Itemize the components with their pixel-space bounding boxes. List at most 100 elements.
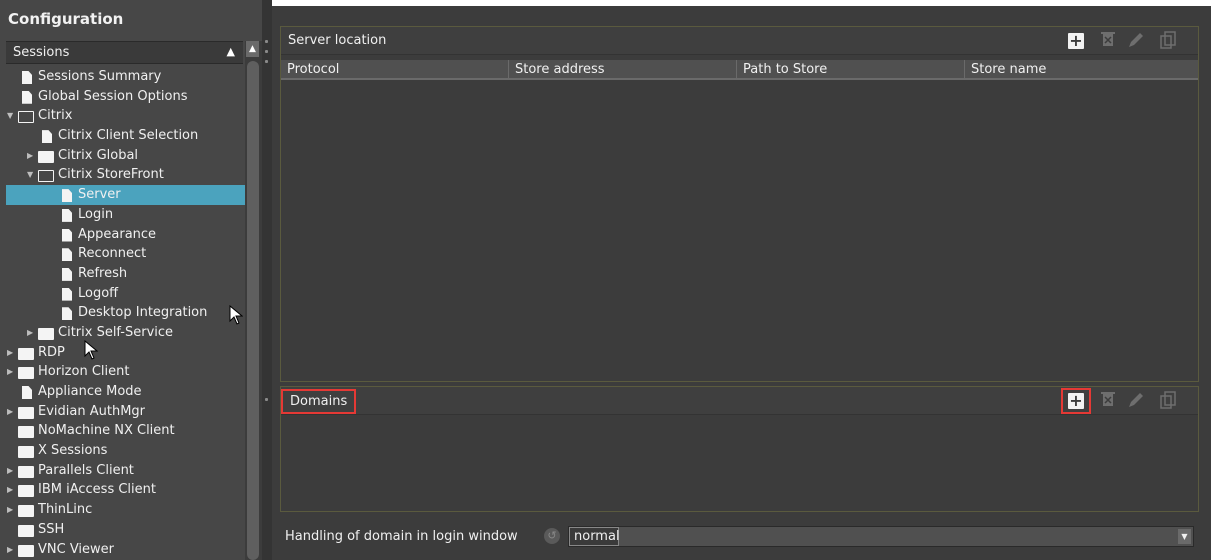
delete-icon[interactable] [1098, 391, 1118, 411]
tree-item-label: Global Session Options [38, 88, 188, 104]
tree-item[interactable]: Server [6, 185, 245, 205]
chevron-down-icon[interactable]: ▼ [1178, 529, 1191, 544]
edit-icon[interactable] [1126, 391, 1146, 411]
expand-down-icon[interactable]: ▼ [7, 106, 13, 126]
file-icon [62, 267, 72, 281]
reset-icon[interactable]: ↺ [544, 528, 560, 544]
tree-item[interactable]: ▶ IBM iAccess Client [6, 480, 245, 500]
tree-item[interactable]: Appearance [6, 225, 245, 245]
file-icon [42, 130, 52, 144]
tree-item[interactable]: ▶ Evidian AuthMgr [6, 402, 245, 422]
file-icon [22, 90, 32, 104]
edit-icon[interactable] [1126, 31, 1146, 51]
add-icon[interactable]: + [1068, 33, 1084, 49]
tree-item-label: ThinLinc [38, 502, 93, 518]
server-location-toolbar: + [1064, 31, 1184, 51]
sidebar: Configuration Sessions ▲ Sessions Summar… [0, 0, 262, 560]
tree-item-label: Parallels Client [38, 462, 134, 478]
tree-item[interactable]: Sessions Summary [6, 67, 245, 87]
folder-icon [18, 505, 34, 518]
tree-item-label: Login [78, 206, 114, 222]
domains-header: Domains + [281, 387, 1198, 415]
expand-right-icon[interactable]: ▶ [7, 402, 13, 422]
tree-item-label: Horizon Client [38, 364, 130, 380]
triangle-up-icon[interactable]: ▲ [227, 45, 235, 58]
sidebar-scrollbar[interactable]: ▲ [245, 41, 262, 560]
tree-item-label: Desktop Integration [78, 305, 208, 321]
domain-handling-label: Handling of domain in login window [285, 529, 518, 544]
expand-right-icon[interactable]: ▶ [7, 500, 13, 520]
settings-tree: Sessions Summary Global Session Options ▼ C… [6, 67, 245, 559]
tree-item[interactable]: ▼ Citrix [6, 106, 245, 126]
file-icon [22, 386, 32, 399]
column-header-path-to-store[interactable]: Path to Store [737, 60, 965, 80]
column-header-store-address[interactable]: Store address [509, 60, 737, 80]
tree-item-label: Citrix StoreFront [58, 167, 164, 183]
column-header-protocol[interactable]: Protocol [281, 60, 509, 80]
folder-icon [18, 426, 34, 439]
delete-icon[interactable] [1098, 31, 1118, 51]
expand-right-icon[interactable]: ▶ [27, 146, 33, 166]
expand-right-icon[interactable]: ▶ [7, 540, 13, 560]
tree-item[interactable]: Desktop Integration [6, 303, 245, 323]
copy-icon[interactable] [1158, 31, 1178, 51]
folder-icon [18, 446, 34, 459]
tree-item[interactable]: NoMachine NX Client [6, 421, 245, 441]
tree-item-label: RDP [38, 344, 65, 360]
domain-handling-select[interactable]: normal ▼ [568, 526, 1194, 547]
tree-item-label: Server [78, 187, 121, 203]
expand-right-icon[interactable]: ▶ [7, 343, 13, 363]
server-table-body[interactable] [281, 82, 1198, 381]
scroll-up-icon[interactable]: ▲ [246, 41, 259, 57]
tree-item-label: Citrix Self-Service [58, 324, 174, 340]
tree-item[interactable]: ▶ Citrix Global [6, 146, 245, 166]
expand-down-icon[interactable]: ▼ [27, 165, 33, 185]
tree-item[interactable]: ▶ VNC Viewer [6, 540, 245, 560]
file-icon [62, 307, 72, 321]
expand-right-icon[interactable]: ▶ [7, 461, 13, 481]
column-header-store-name[interactable]: Store name [965, 60, 1198, 80]
folder-icon [18, 367, 34, 380]
folder-icon [18, 485, 34, 498]
tree-item[interactable]: Appliance Mode [6, 382, 245, 402]
add-icon[interactable]: + [1068, 393, 1084, 409]
scrollbar-thumb[interactable] [247, 61, 259, 560]
tree-item[interactable]: SSH [6, 520, 245, 540]
tree-item[interactable]: Global Session Options [6, 87, 245, 107]
copy-icon[interactable] [1158, 391, 1178, 411]
file-icon [62, 208, 72, 222]
folder-icon [38, 327, 54, 340]
folder-icon [18, 347, 34, 360]
server-table-header: Protocol Store address Path to Store Sto… [281, 60, 1198, 80]
tree-item[interactable]: ▶ Citrix Self-Service [6, 323, 245, 343]
tree-item-label: IBM iAccess Client [38, 482, 156, 498]
sessions-section-header[interactable]: Sessions ▲ [6, 41, 243, 64]
expand-right-icon[interactable]: ▶ [7, 480, 13, 500]
tree-item[interactable]: Citrix Client Selection [6, 126, 245, 146]
file-icon [62, 287, 72, 301]
tree-item-label: Evidian AuthMgr [38, 403, 146, 419]
tree-item[interactable]: ▶ Horizon Client [6, 362, 245, 382]
tree-item[interactable]: Logoff [6, 284, 245, 304]
folder-icon [38, 150, 54, 163]
tree-item-label: VNC Viewer [38, 541, 115, 557]
tree-item[interactable]: ▶ RDP [6, 343, 245, 363]
tree-item[interactable]: ▼ Citrix StoreFront [6, 165, 245, 185]
tree-item[interactable]: ▶ ThinLinc [6, 500, 245, 520]
domains-list[interactable] [281, 417, 1198, 511]
tree-item[interactable]: X Sessions [6, 441, 245, 461]
main-content: Server location + Protocol Store address… [272, 0, 1211, 560]
file-icon [62, 248, 72, 262]
tree-item[interactable]: Login [6, 205, 245, 225]
domain-handling-value: normal [569, 527, 620, 546]
expand-right-icon[interactable]: ▶ [7, 362, 13, 382]
tree-item[interactable]: Reconnect [6, 244, 245, 264]
add-domain-button[interactable]: + [1061, 388, 1091, 414]
tree-item-label: Logoff [78, 285, 119, 301]
tree-item[interactable]: Refresh [6, 264, 245, 284]
expand-right-icon[interactable]: ▶ [27, 323, 33, 343]
panel-splitter[interactable] [262, 0, 272, 560]
folder-icon [18, 465, 34, 478]
tree-item[interactable]: ▶ Parallels Client [6, 461, 245, 481]
folder-open-icon [18, 111, 34, 124]
